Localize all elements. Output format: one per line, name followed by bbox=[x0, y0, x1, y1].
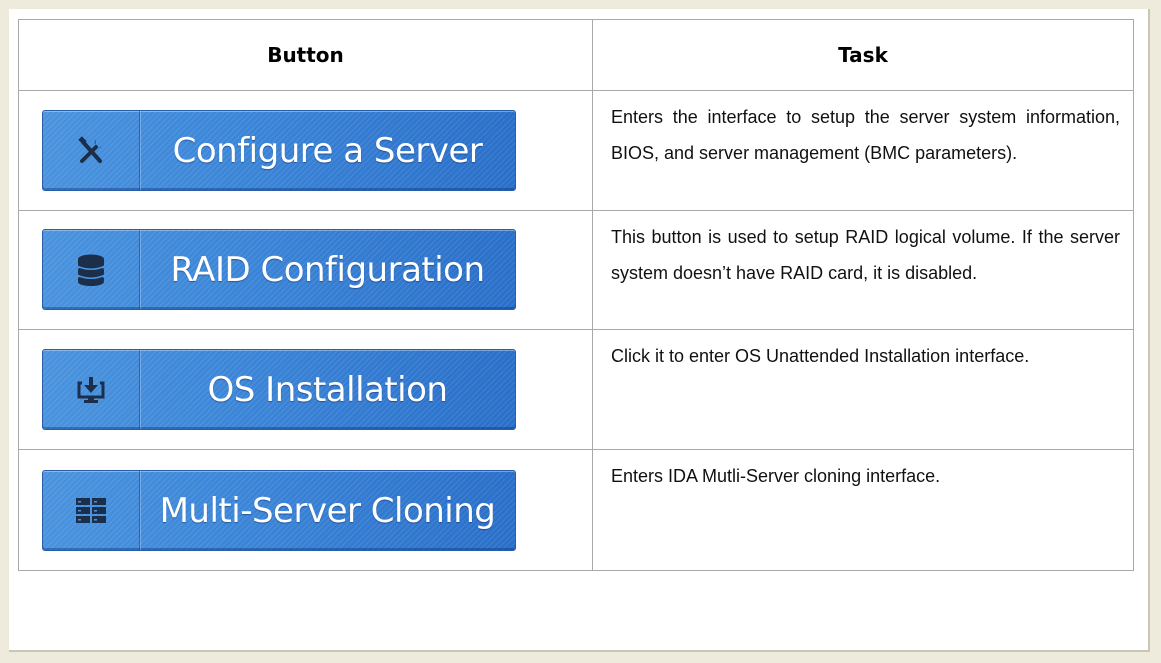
button-cell: Configure a Server bbox=[18, 90, 593, 211]
header-button: Button bbox=[18, 19, 593, 91]
button-task-table: Button Task Configure a Server Enters th… bbox=[18, 19, 1134, 571]
configure-server-button[interactable]: Configure a Server bbox=[42, 110, 516, 191]
raid-configuration-button[interactable]: RAID Configuration bbox=[42, 229, 516, 310]
button-cell: RAID Configuration bbox=[18, 210, 593, 330]
task-cell: Enters IDA Mutli-Server cloning interfac… bbox=[592, 449, 1134, 571]
header-task: Task bbox=[592, 19, 1134, 91]
database-icon bbox=[43, 230, 140, 309]
table-header-row: Button Task bbox=[18, 19, 1134, 91]
task-cell: This button is used to setup RAID logica… bbox=[592, 210, 1134, 330]
server-rack-icon bbox=[43, 471, 140, 550]
task-cell: Click it to enter OS Unattended Installa… bbox=[592, 329, 1134, 450]
task-description: Enters the interface to setup the server… bbox=[611, 107, 1120, 163]
table-row: RAID Configuration This button is used t… bbox=[18, 210, 1134, 330]
button-label: RAID Configuration bbox=[170, 249, 485, 290]
tools-icon bbox=[43, 111, 140, 190]
task-description: This button is used to setup RAID logica… bbox=[611, 227, 1120, 283]
task-description: Click it to enter OS Unattended Installa… bbox=[611, 346, 1030, 366]
table-row: Multi-Server Cloning Enters IDA Mutli-Se… bbox=[18, 449, 1134, 571]
task-cell: Enters the interface to setup the server… bbox=[592, 90, 1134, 211]
table-row: Configure a Server Enters the interface … bbox=[18, 90, 1134, 211]
button-label: Multi-Server Cloning bbox=[159, 490, 496, 531]
install-monitor-icon bbox=[43, 350, 140, 429]
button-cell: Multi-Server Cloning bbox=[18, 449, 593, 571]
task-description: Enters IDA Mutli-Server cloning interfac… bbox=[611, 466, 941, 486]
table-row: OS Installation Click it to enter OS Una… bbox=[18, 329, 1134, 450]
button-cell: OS Installation bbox=[18, 329, 593, 450]
multi-server-cloning-button[interactable]: Multi-Server Cloning bbox=[42, 470, 516, 551]
button-label: OS Installation bbox=[207, 369, 448, 410]
os-installation-button[interactable]: OS Installation bbox=[42, 349, 516, 430]
button-label: Configure a Server bbox=[172, 130, 483, 171]
document-frame: Button Task Configure a Server Enters th… bbox=[9, 9, 1150, 652]
